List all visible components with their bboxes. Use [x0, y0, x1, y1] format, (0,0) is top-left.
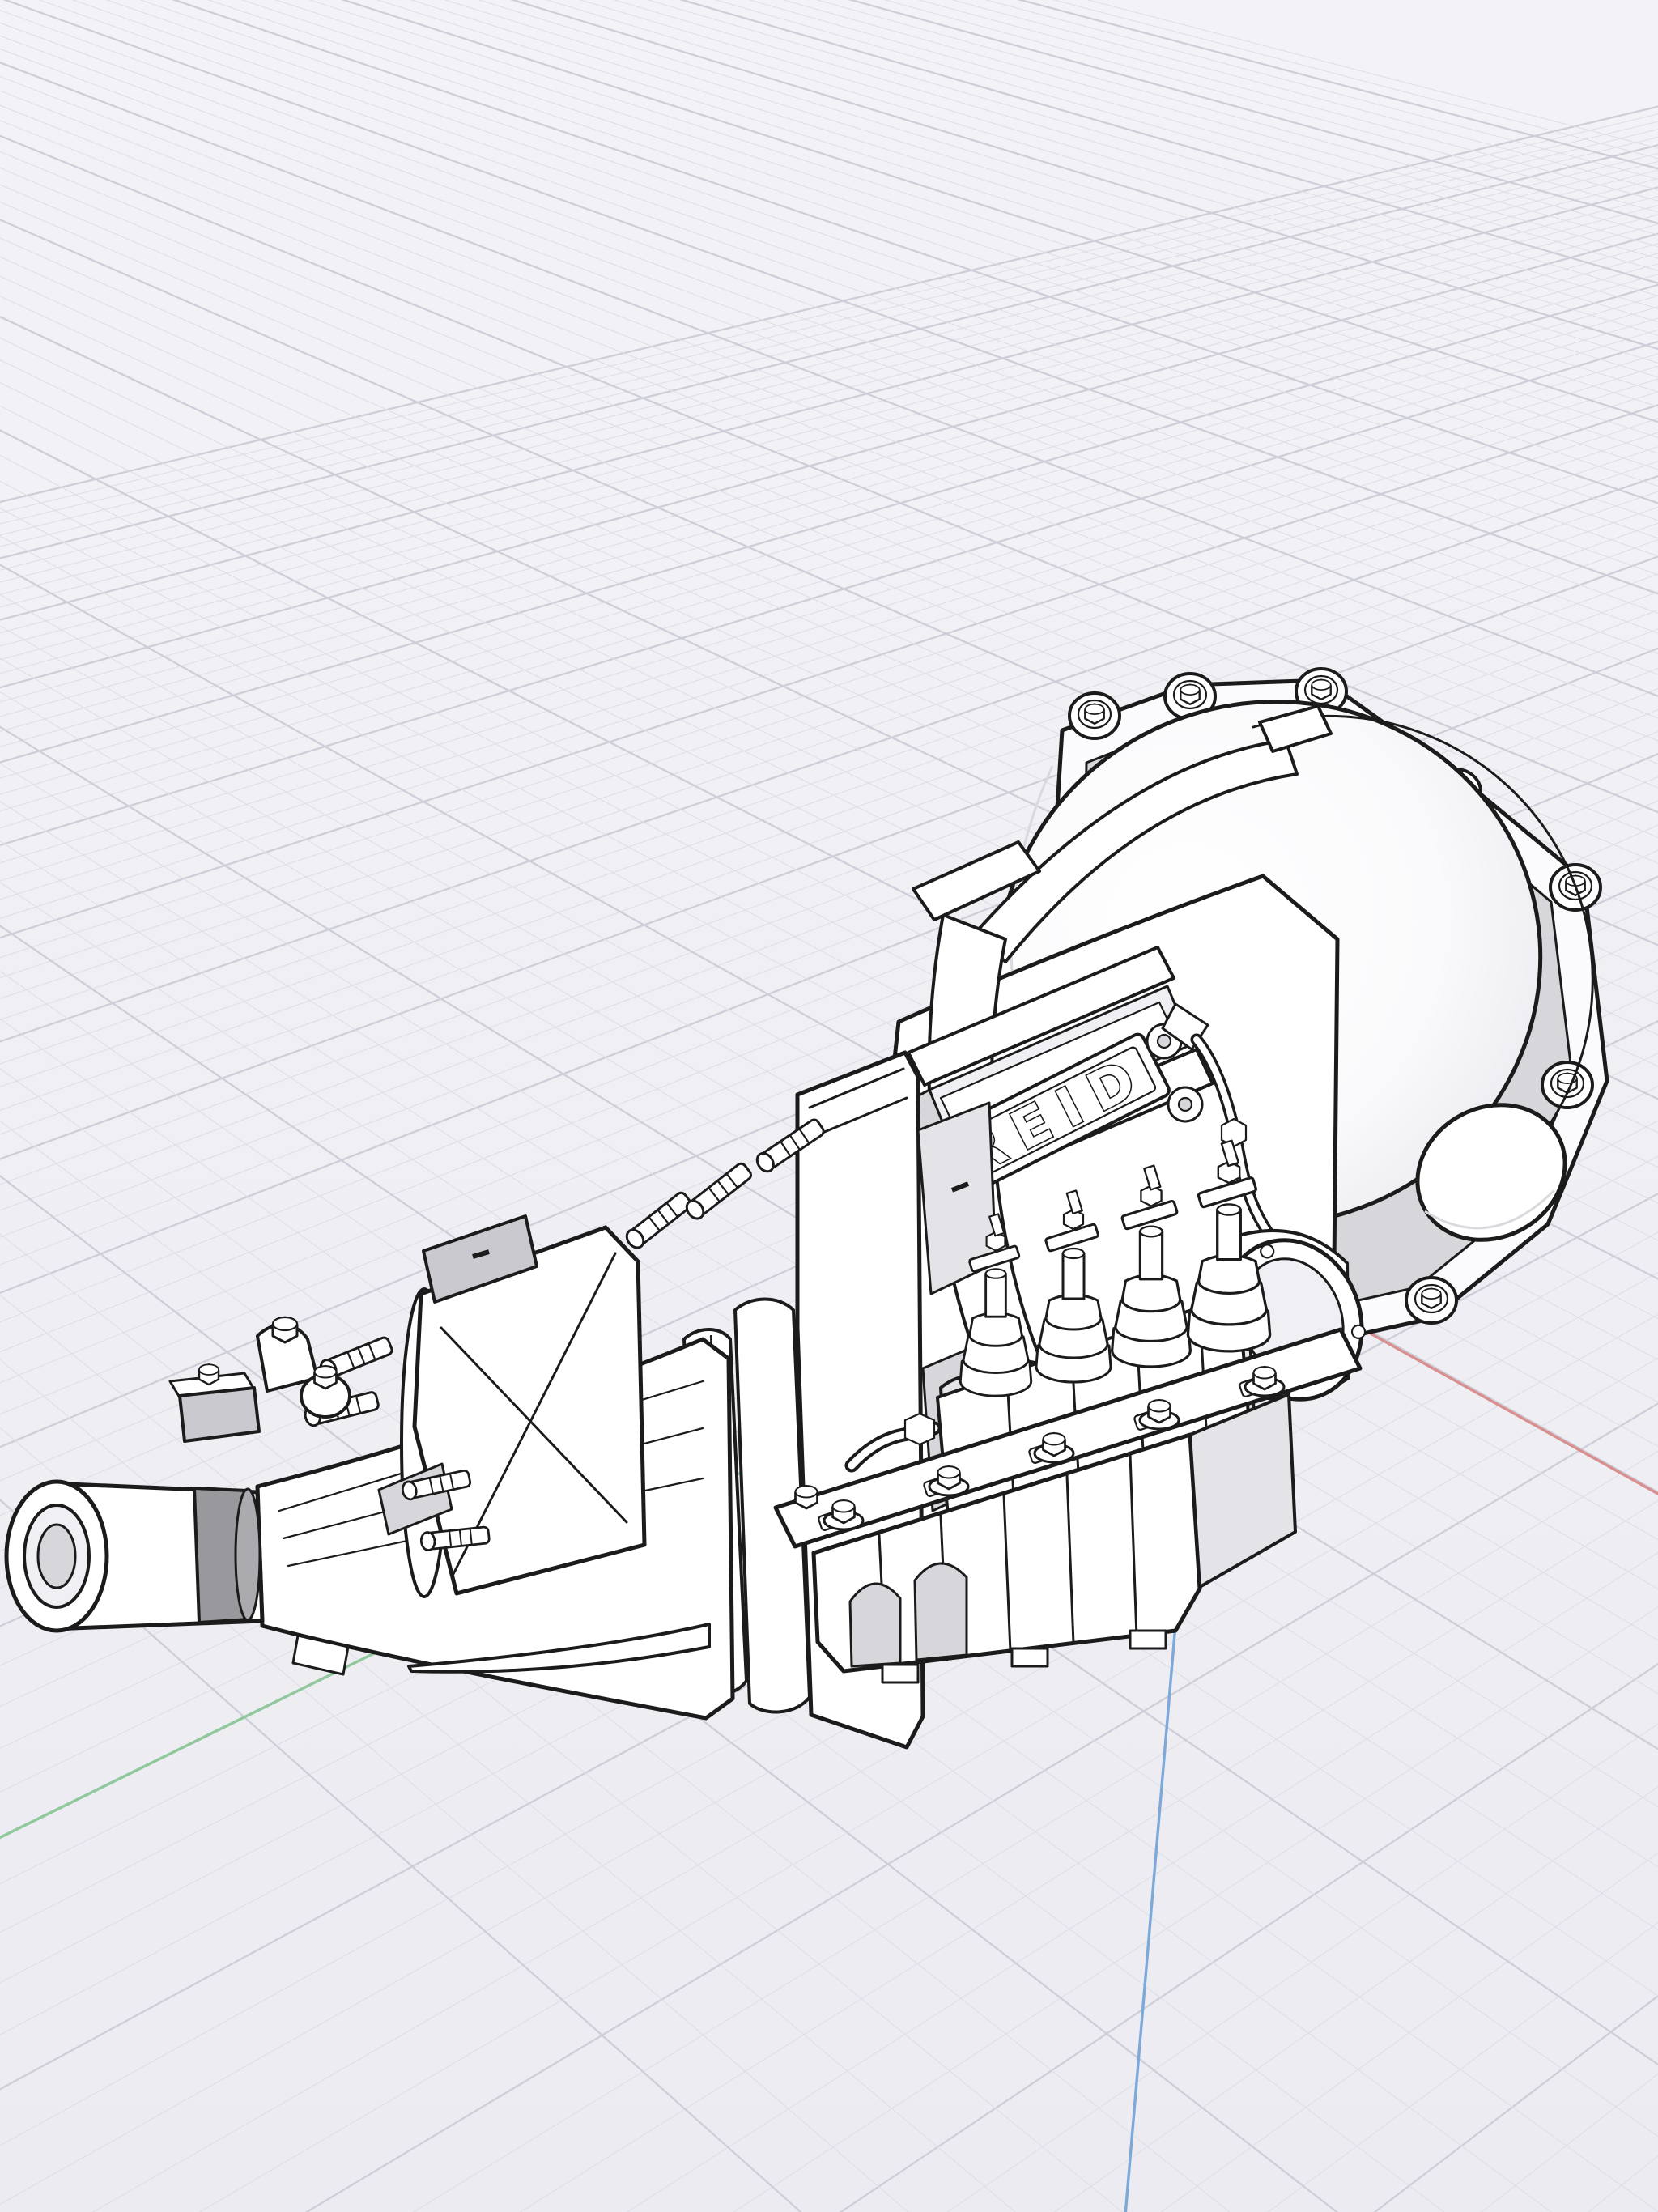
mount-block	[178, 1386, 261, 1443]
mount-bolt	[198, 1363, 220, 1386]
mount-bolt	[313, 1364, 338, 1390]
modeling-canvas[interactable]: REID	[0, 0, 1658, 2212]
cad-viewport[interactable]: REID	[0, 0, 1658, 2212]
pan-bolt	[794, 1484, 818, 1510]
mount-bolt	[271, 1316, 299, 1344]
transmission-model[interactable]: REID	[4, 632, 1609, 1750]
output-yoke[interactable]	[4, 1479, 265, 1633]
